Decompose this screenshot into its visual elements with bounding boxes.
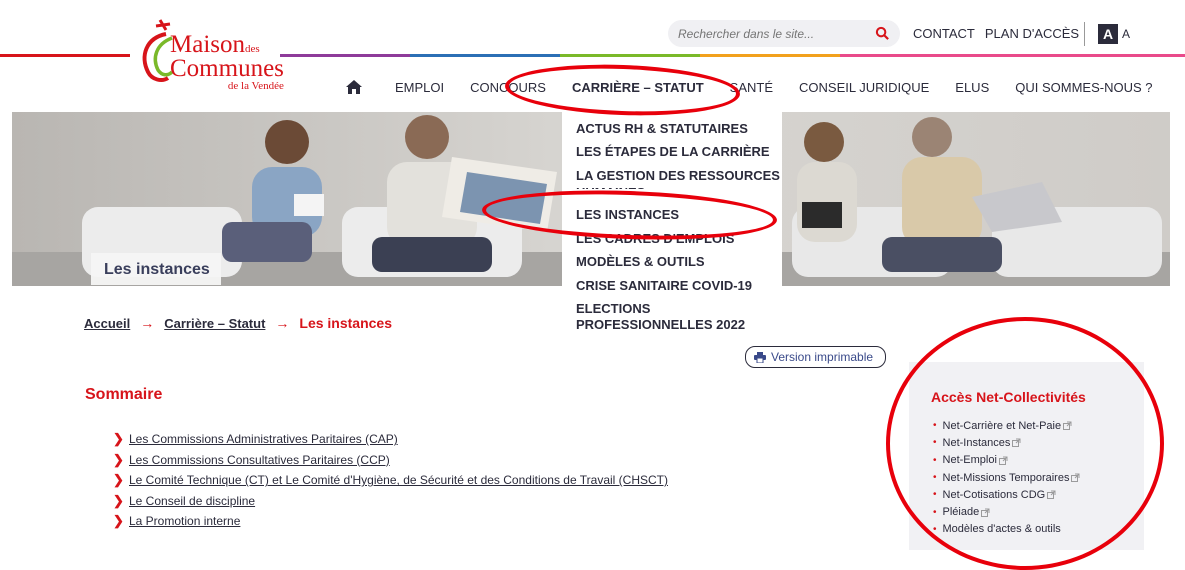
search-box <box>668 20 900 47</box>
breadcrumb-carriere-statut[interactable]: Carrière – Statut <box>164 316 265 331</box>
net-link-modeles-actes[interactable]: Modèles d'actes & outils <box>943 523 1061 535</box>
net-link-missions-temporaires[interactable]: Net-Missions Temporaires <box>943 472 1070 484</box>
nav-qui-sommes-nous[interactable]: QUI SOMMES-NOUS ? <box>1015 80 1152 95</box>
print-version-button[interactable]: Version imprimable <box>745 346 886 368</box>
net-collectivites-list: • Net-Carrière et Net-Paie • Net-Instances… <box>933 417 1080 538</box>
nav-concours[interactable]: CONCOURS <box>470 80 546 95</box>
list-item[interactable]: • Net-Instances <box>933 434 1080 451</box>
external-link-icon <box>1012 438 1021 448</box>
menu-item-gestion-rh[interactable]: LA GESTION DES RESSOURCES HUMAINES <box>576 167 781 189</box>
external-link-icon <box>1047 490 1056 500</box>
chevron-right-icon: ❯ <box>113 472 124 488</box>
nav-emploi[interactable]: EMPLOI <box>395 80 444 95</box>
sommaire-link-conseil-discipline[interactable]: Le Conseil de discipline <box>129 494 255 508</box>
nav-carriere-statut[interactable]: CARRIÈRE – STATUT <box>572 80 704 95</box>
nav-conseil-juridique[interactable]: CONSEIL JURIDIQUE <box>799 80 929 95</box>
chevron-right-icon: ❯ <box>113 513 124 529</box>
logo-line2: Communes <box>170 55 284 82</box>
net-link-carriere-paie[interactable]: Net-Carrière et Net-Paie <box>943 420 1062 432</box>
menu-item-les-instances[interactable]: LES INSTANCES <box>576 207 679 222</box>
chevron-right-icon: ❯ <box>113 492 124 508</box>
sommaire-link-promotion-interne[interactable]: La Promotion interne <box>129 514 240 528</box>
menu-item-etapes-carriere[interactable]: LES ÉTAPES DE LA CARRIÈRE <box>576 144 770 159</box>
net-link-emploi[interactable]: Net-Emploi <box>943 454 997 466</box>
sommaire-link-ct-chsct[interactable]: Le Comité Technique (CT) et Le Comité d'… <box>129 473 668 487</box>
list-item[interactable]: • Net-Carrière et Net-Paie <box>933 417 1080 434</box>
logo-line1-small: des <box>245 43 260 55</box>
nav-sante[interactable]: SANTÉ <box>730 80 773 95</box>
net-collectivites-heading: Accès Net-Collectivités <box>931 389 1086 405</box>
menu-item-elections-2022[interactable]: ELECTIONS PROFESSIONNELLES 2022 <box>576 301 756 333</box>
menu-item-crise-covid[interactable]: CRISE SANITAIRE COVID-19 <box>576 278 752 293</box>
list-item: ❯ Le Conseil de discipline <box>113 491 668 512</box>
contact-link[interactable]: CONTACT <box>913 26 975 41</box>
net-link-instances[interactable]: Net-Instances <box>943 437 1011 449</box>
sommaire-list: ❯ Les Commissions Administratives Paritai… <box>113 429 668 532</box>
top-links: CONTACT PLAN D'ACCÈS <box>913 26 1079 41</box>
font-size-small-button[interactable]: A <box>1122 27 1130 41</box>
divider <box>1084 22 1085 46</box>
list-item: ❯ La Promotion interne <box>113 511 668 532</box>
list-item[interactable]: • Net-Cotisations CDG <box>933 486 1080 503</box>
list-item[interactable]: • Net-Missions Temporaires <box>933 469 1080 486</box>
sommaire-link-ccp[interactable]: Les Commissions Consultatives Paritaires… <box>129 453 390 467</box>
external-link-icon <box>1071 473 1080 483</box>
sommaire-heading: Sommaire <box>85 386 163 403</box>
list-item: ❯ Les Commissions Administratives Paritai… <box>113 429 668 450</box>
menu-item-modeles-outils[interactable]: MODÈLES & OUTILS <box>576 254 705 269</box>
list-item[interactable]: • Pléiade <box>933 503 1080 520</box>
logo-line1: Maison <box>170 31 245 58</box>
search-input[interactable] <box>668 20 848 47</box>
net-collectivites-panel: Accès Net-Collectivités • Net-Carrière et… <box>909 362 1144 550</box>
external-link-icon <box>998 456 1008 465</box>
font-size-large-button[interactable]: A <box>1098 24 1118 44</box>
breadcrumb: Accueil → Carrière – Statut → Les instan… <box>84 315 392 331</box>
logo-line3: de la Vendée <box>227 80 284 92</box>
list-item[interactable]: • Net-Emploi <box>933 452 1080 469</box>
menu-item-cadres-emplois[interactable]: LES CADRES D'EMPLOIS <box>576 231 734 246</box>
sommaire-link-cap[interactable]: Les Commissions Administratives Paritair… <box>129 432 398 446</box>
plan-acces-link[interactable]: PLAN D'ACCÈS <box>985 26 1079 41</box>
page-title: Les instances <box>91 253 221 285</box>
main-nav: EMPLOI CONCOURS CARRIÈRE – STATUT SANTÉ … <box>345 79 1179 95</box>
external-link-icon <box>1063 421 1072 431</box>
list-item[interactable]: • Modèles d'actes & outils <box>933 521 1080 538</box>
nav-elus[interactable]: ELUS <box>955 80 989 95</box>
external-link-icon <box>981 508 990 517</box>
carriere-dropdown-menu: ACTUS RH & STATUTAIRES LES ÉTAPES DE LA … <box>562 112 782 338</box>
net-link-pleiade[interactable]: Pléiade <box>943 506 980 518</box>
home-icon[interactable] <box>345 79 363 95</box>
menu-item-actus-rh[interactable]: ACTUS RH & STATUTAIRES <box>576 121 748 136</box>
breadcrumb-arrow-icon: → <box>275 315 290 331</box>
site-logo[interactable]: Maisondes Communes de la Vendée <box>130 12 284 102</box>
chevron-right-icon: ❯ <box>113 451 124 467</box>
breadcrumb-accueil[interactable]: Accueil <box>84 316 130 331</box>
printer-icon <box>754 351 766 363</box>
net-link-cotisations-cdg[interactable]: Net-Cotisations CDG <box>943 489 1046 501</box>
search-icon[interactable] <box>875 26 890 41</box>
print-version-label: Version imprimable <box>771 350 874 364</box>
chevron-right-icon: ❯ <box>113 431 124 447</box>
breadcrumb-current: Les instances <box>299 315 393 331</box>
font-size-toggle: A A <box>1098 24 1130 44</box>
breadcrumb-arrow-icon: → <box>140 315 155 331</box>
list-item: ❯ Les Commissions Consultatives Paritaire… <box>113 450 668 471</box>
list-item: ❯ Le Comité Technique (CT) et Le Comité d… <box>113 470 668 491</box>
